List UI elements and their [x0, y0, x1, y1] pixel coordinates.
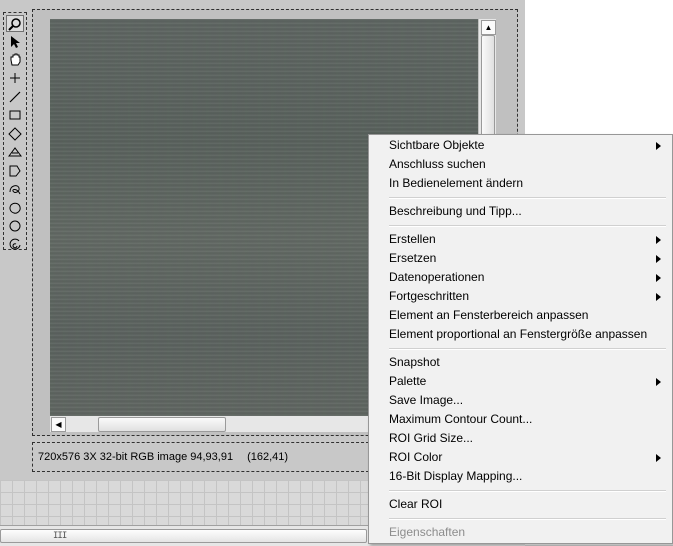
submenu-arrow-icon — [656, 378, 661, 386]
zoom-icon[interactable] — [6, 15, 24, 32]
menu-item-ersetzen[interactable]: Ersetzen — [370, 249, 671, 268]
menu-item-datenoperationen[interactable]: Datenoperationen — [370, 268, 671, 287]
menu-item-label: Save Image... — [389, 393, 464, 407]
menu-item-label: Ersetzen — [389, 251, 437, 265]
menu-item-label: Beschreibung und Tipp... — [389, 204, 522, 218]
menu-item-label: Palette — [389, 374, 427, 388]
pointer-icon[interactable] — [6, 33, 24, 50]
menu-item-save-image[interactable]: Save Image... — [370, 391, 671, 410]
menu-item-label: Fortgeschritten — [389, 289, 470, 303]
menu-item-fortgeschritten[interactable]: Fortgeschritten — [370, 287, 671, 306]
menu-item-label: Erstellen — [389, 232, 436, 246]
menu-separator — [389, 197, 666, 199]
menu-item-clear-roi[interactable]: Clear ROI — [370, 495, 671, 514]
menu-item-in-bedienelement-ändern[interactable]: In Bedienelement ändern — [370, 174, 671, 193]
submenu-arrow-icon — [656, 454, 661, 462]
menu-item-erstellen[interactable]: Erstellen — [370, 230, 671, 249]
menu-item-label: ROI Color — [389, 450, 443, 464]
menu-item-anschluss-suchen[interactable]: Anschluss suchen — [370, 155, 671, 174]
submenu-arrow-icon — [656, 236, 661, 244]
context-menu: Sichtbare Objekte Anschluss suchen In Bedi… — [368, 134, 673, 544]
crosshair-icon[interactable] — [6, 69, 24, 86]
image-tools-palette — [3, 12, 27, 250]
menu-item-label: Anschluss suchen — [389, 157, 486, 171]
broken-annulus-icon[interactable] — [6, 235, 24, 252]
menu-separator — [389, 225, 666, 227]
menu-item-label: Clear ROI — [389, 497, 443, 511]
menu-item-label: ROI Grid Size... — [389, 431, 474, 445]
image-info-bar: 720x576 3X 32-bit RGB image 94,93,91 (162… — [32, 442, 374, 472]
submenu-arrow-icon — [656, 255, 661, 263]
submenu-arrow-icon — [656, 142, 661, 150]
pixel-coordinates: (162,41) — [247, 451, 289, 463]
menu-item-element-proportional-an-fenstergröße-anpassen[interactable]: Element proportional an Fenstergröße anp… — [370, 325, 671, 344]
polygon-icon[interactable] — [6, 162, 24, 179]
submenu-arrow-icon — [656, 293, 661, 301]
menu-item-roi-color[interactable]: ROI Color — [370, 448, 671, 467]
menu-item-16-bit-display-mapping[interactable]: 16-Bit Display Mapping... — [370, 467, 671, 486]
menu-item-label: Element an Fensterbereich anpassen — [389, 308, 589, 322]
menu-separator — [389, 518, 666, 520]
scroll-grip-icon: III — [53, 531, 67, 541]
scroll-up-arrow-icon[interactable]: ▲ — [481, 20, 496, 35]
freehand-icon[interactable] — [6, 180, 24, 197]
menu-item-element-an-fensterbereich-anpassen[interactable]: Element an Fensterbereich anpassen — [370, 306, 671, 325]
menu-item-label: Maximum Contour Count... — [389, 412, 533, 426]
menu-item-label: Snapshot — [389, 355, 440, 369]
menu-item-palette[interactable]: Palette — [370, 372, 671, 391]
menu-item-roi-grid-size[interactable]: ROI Grid Size... — [370, 429, 671, 448]
oval-icon[interactable] — [6, 217, 24, 234]
menu-item-beschreibung-und-tipp[interactable]: Beschreibung und Tipp... — [370, 202, 671, 221]
submenu-arrow-icon — [656, 274, 661, 282]
menu-item-label: Element proportional an Fenstergröße anp… — [389, 327, 648, 341]
freehand-region-icon[interactable] — [6, 199, 24, 216]
rectangle-icon[interactable] — [6, 106, 24, 123]
rotated-rectangle-icon[interactable] — [6, 125, 24, 142]
annulus-icon[interactable] — [6, 143, 24, 160]
menu-item-eigenschaften: Eigenschaften — [370, 523, 671, 542]
menu-item-label: In Bedienelement ändern — [389, 176, 524, 190]
menu-separator — [389, 490, 666, 492]
menu-item-label: Datenoperationen — [389, 270, 485, 284]
line-icon[interactable] — [6, 88, 24, 105]
vertical-scroll-thumb[interactable] — [481, 35, 495, 137]
image-info-text: 720x576 3X 32-bit RGB image 94,93,91 — [38, 451, 234, 463]
menu-item-label: Sichtbare Objekte — [389, 138, 485, 152]
menu-item-sichtbare-objekte[interactable]: Sichtbare Objekte — [370, 136, 671, 155]
menu-item-snapshot[interactable]: Snapshot — [370, 353, 671, 372]
horizontal-scroll-thumb[interactable] — [98, 417, 226, 432]
menu-item-maximum-contour-count[interactable]: Maximum Contour Count... — [370, 410, 671, 429]
menu-item-label: Eigenschaften — [389, 525, 466, 539]
pan-hand-icon[interactable] — [6, 50, 24, 67]
menu-item-label: 16-Bit Display Mapping... — [389, 469, 523, 483]
menu-separator — [389, 348, 666, 350]
scroll-left-arrow-icon[interactable]: ◀ — [51, 417, 66, 432]
window-scroll-thumb[interactable]: III — [0, 529, 367, 543]
